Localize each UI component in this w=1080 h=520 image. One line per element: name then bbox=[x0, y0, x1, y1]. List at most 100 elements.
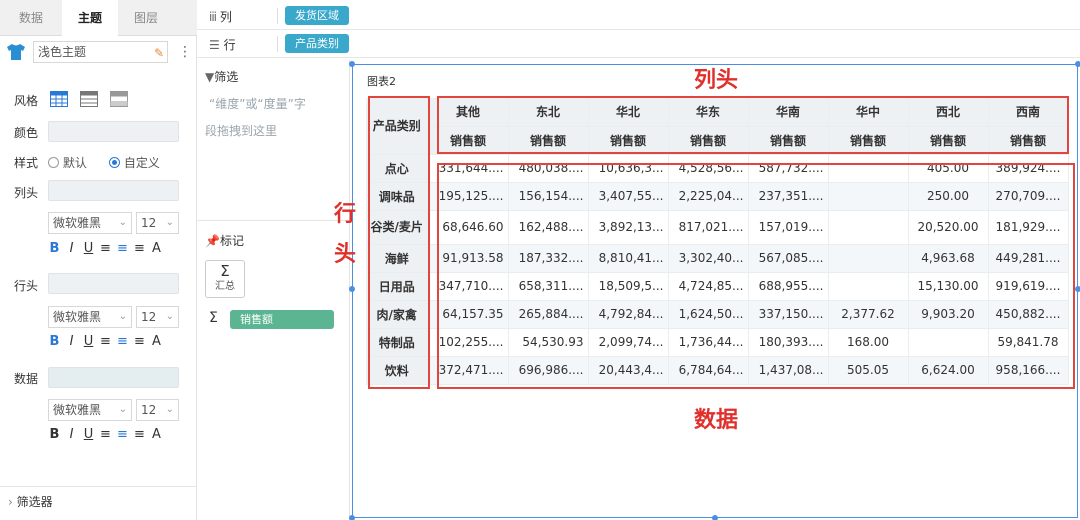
style-label: 风格 bbox=[14, 94, 39, 108]
rows-pill[interactable]: 产品类别 bbox=[285, 34, 349, 53]
radio-default[interactable]: 默认 bbox=[48, 154, 87, 171]
table-style-icon-3[interactable] bbox=[110, 91, 128, 110]
mode-label: 样式 bbox=[14, 156, 39, 170]
chevron-down-icon: ⌄ bbox=[118, 217, 127, 228]
italic-button[interactable]: I bbox=[63, 241, 80, 257]
align-center-button[interactable]: ≡ bbox=[114, 427, 131, 443]
data-label: 数据 bbox=[14, 372, 39, 386]
data-highlight bbox=[437, 163, 1075, 389]
col-header-annotation: 列头 bbox=[694, 68, 739, 93]
resize-handle[interactable] bbox=[349, 61, 355, 67]
italic-button[interactable]: I bbox=[63, 334, 80, 350]
col-header-format-bar: B I U ≡ ≡ ≡ A bbox=[46, 241, 165, 257]
col-header-color-field[interactable] bbox=[48, 180, 179, 201]
row-header-format-bar: B I U ≡ ≡ ≡ A bbox=[46, 334, 165, 350]
data-size-value: 12 bbox=[141, 403, 157, 417]
data-color-field[interactable] bbox=[48, 367, 179, 388]
data-font-value: 微软雅黑 bbox=[53, 403, 102, 417]
color-label: 颜色 bbox=[14, 126, 39, 140]
sigma-icon: Σ bbox=[220, 262, 230, 280]
data-size-select[interactable]: 12 ⌄ bbox=[136, 399, 179, 421]
align-left-button[interactable]: ≡ bbox=[97, 241, 114, 257]
row-header-annotation: 行头 bbox=[334, 202, 357, 267]
theme-select-value: 浅色主题 bbox=[38, 45, 87, 59]
columns-label-text: 列 bbox=[219, 10, 232, 24]
filter-section[interactable]: ▼筛选 “维度”或“度量”字 段拖拽到这里 bbox=[205, 68, 345, 139]
table-style-icon-1[interactable] bbox=[50, 91, 68, 110]
sum-label: 汇总 bbox=[215, 281, 235, 292]
resize-handle[interactable] bbox=[712, 515, 718, 520]
font-color-button[interactable]: A bbox=[148, 427, 165, 443]
font-color-button[interactable]: A bbox=[148, 334, 165, 350]
rows-label-text: 行 bbox=[223, 38, 236, 52]
filter-footer-label: 筛选器 bbox=[16, 495, 53, 509]
shelf-divider bbox=[277, 36, 278, 52]
chevron-down-icon: ⌄ bbox=[118, 404, 127, 415]
underline-button[interactable]: U bbox=[80, 334, 97, 350]
row-header-font-value: 微软雅黑 bbox=[53, 310, 102, 324]
chevron-down-icon: ⌄ bbox=[165, 217, 174, 228]
underline-button[interactable]: U bbox=[80, 241, 97, 257]
chart-title: 图表2 bbox=[367, 75, 396, 88]
align-center-button[interactable]: ≡ bbox=[114, 241, 131, 257]
filter-footer[interactable]: › 筛选器 bbox=[0, 486, 196, 520]
table-style-icon-2[interactable] bbox=[80, 91, 98, 110]
columns-shelf-label: iii 列 bbox=[209, 8, 232, 25]
more-icon[interactable]: ⋮ bbox=[178, 44, 192, 60]
align-left-button[interactable]: ≡ bbox=[97, 427, 114, 443]
measure-pill[interactable]: 销售额 bbox=[230, 310, 334, 329]
filter-title: ▼筛选 bbox=[205, 68, 345, 85]
resize-handle[interactable] bbox=[349, 286, 355, 292]
chevron-down-icon: ⌄ bbox=[118, 311, 127, 322]
shelf-divider bbox=[277, 8, 278, 24]
data-font-select[interactable]: 微软雅黑 ⌄ bbox=[48, 399, 132, 421]
columns-pill[interactable]: 发货区域 bbox=[285, 6, 349, 25]
align-right-button[interactable]: ≡ bbox=[131, 241, 148, 257]
col-header-font-select[interactable]: 微软雅黑 ⌄ bbox=[48, 212, 132, 234]
row-header-color-field[interactable] bbox=[48, 273, 179, 294]
resize-handle[interactable] bbox=[1075, 61, 1080, 67]
resize-handle[interactable] bbox=[349, 515, 355, 520]
col-header-highlight bbox=[437, 96, 1069, 154]
filter-hint-2: 段拖拽到这里 bbox=[205, 124, 278, 138]
sum-button[interactable]: Σ 汇总 bbox=[205, 260, 245, 298]
underline-button[interactable]: U bbox=[80, 427, 97, 443]
radio-custom[interactable]: 自定义 bbox=[109, 154, 160, 171]
col-header-size-select[interactable]: 12 ⌄ bbox=[136, 212, 179, 234]
marks-panel: ▼筛选 “维度”或“度量”字 段拖拽到这里 📌标记 Σ 汇总 Σ 销售额 bbox=[197, 60, 350, 520]
filter-title-text: 筛选 bbox=[214, 70, 239, 84]
wand-icon: ✎ bbox=[153, 46, 164, 60]
bold-button[interactable]: B bbox=[46, 334, 63, 350]
marks-title: 📌标记 bbox=[205, 232, 244, 249]
radio-custom-label: 自定义 bbox=[123, 156, 160, 170]
font-color-button[interactable]: A bbox=[148, 241, 165, 257]
tab-theme[interactable]: 主题 bbox=[62, 0, 118, 37]
bold-button[interactable]: B bbox=[46, 427, 63, 443]
columns-shelf: iii 列 发货区域 bbox=[197, 2, 1080, 30]
rows-shelf: ☰ 行 产品类别 bbox=[197, 30, 1080, 58]
row-header-size-select[interactable]: 12 ⌄ bbox=[136, 306, 179, 328]
color-field[interactable] bbox=[48, 121, 179, 142]
row-header-font-select[interactable]: 微软雅黑 ⌄ bbox=[48, 306, 132, 328]
tab-layer[interactable]: 图层 bbox=[118, 0, 174, 36]
theme-panel: 数据 主题 图层 浅色主题 ✎ ⋮ 风格 颜色 样式 默认 自定义 列头 微软雅… bbox=[0, 0, 197, 520]
resize-handle[interactable] bbox=[1075, 286, 1080, 292]
filter-icon: ▼ bbox=[205, 70, 215, 84]
col-header-label: 列头 bbox=[14, 186, 39, 200]
align-center-button[interactable]: ≡ bbox=[114, 334, 131, 350]
col-header-size-value: 12 bbox=[141, 216, 157, 230]
filter-hint-1: “维度”或“度量”字 bbox=[209, 97, 306, 111]
tab-data[interactable]: 数据 bbox=[0, 0, 62, 36]
chevron-down-icon: ⌄ bbox=[165, 311, 174, 322]
chevron-down-icon: ⌄ bbox=[165, 404, 174, 415]
italic-button[interactable]: I bbox=[63, 427, 80, 443]
align-left-button[interactable]: ≡ bbox=[97, 334, 114, 350]
shirt-icon bbox=[6, 43, 26, 64]
data-annotation: 数据 bbox=[694, 408, 739, 433]
align-right-button[interactable]: ≡ bbox=[131, 427, 148, 443]
col-header-font-value: 微软雅黑 bbox=[53, 216, 102, 230]
panel-tabs: 数据 主题 图层 bbox=[0, 0, 197, 37]
theme-select[interactable]: 浅色主题 ✎ bbox=[33, 41, 168, 63]
bold-button[interactable]: B bbox=[46, 241, 63, 257]
align-right-button[interactable]: ≡ bbox=[131, 334, 148, 350]
